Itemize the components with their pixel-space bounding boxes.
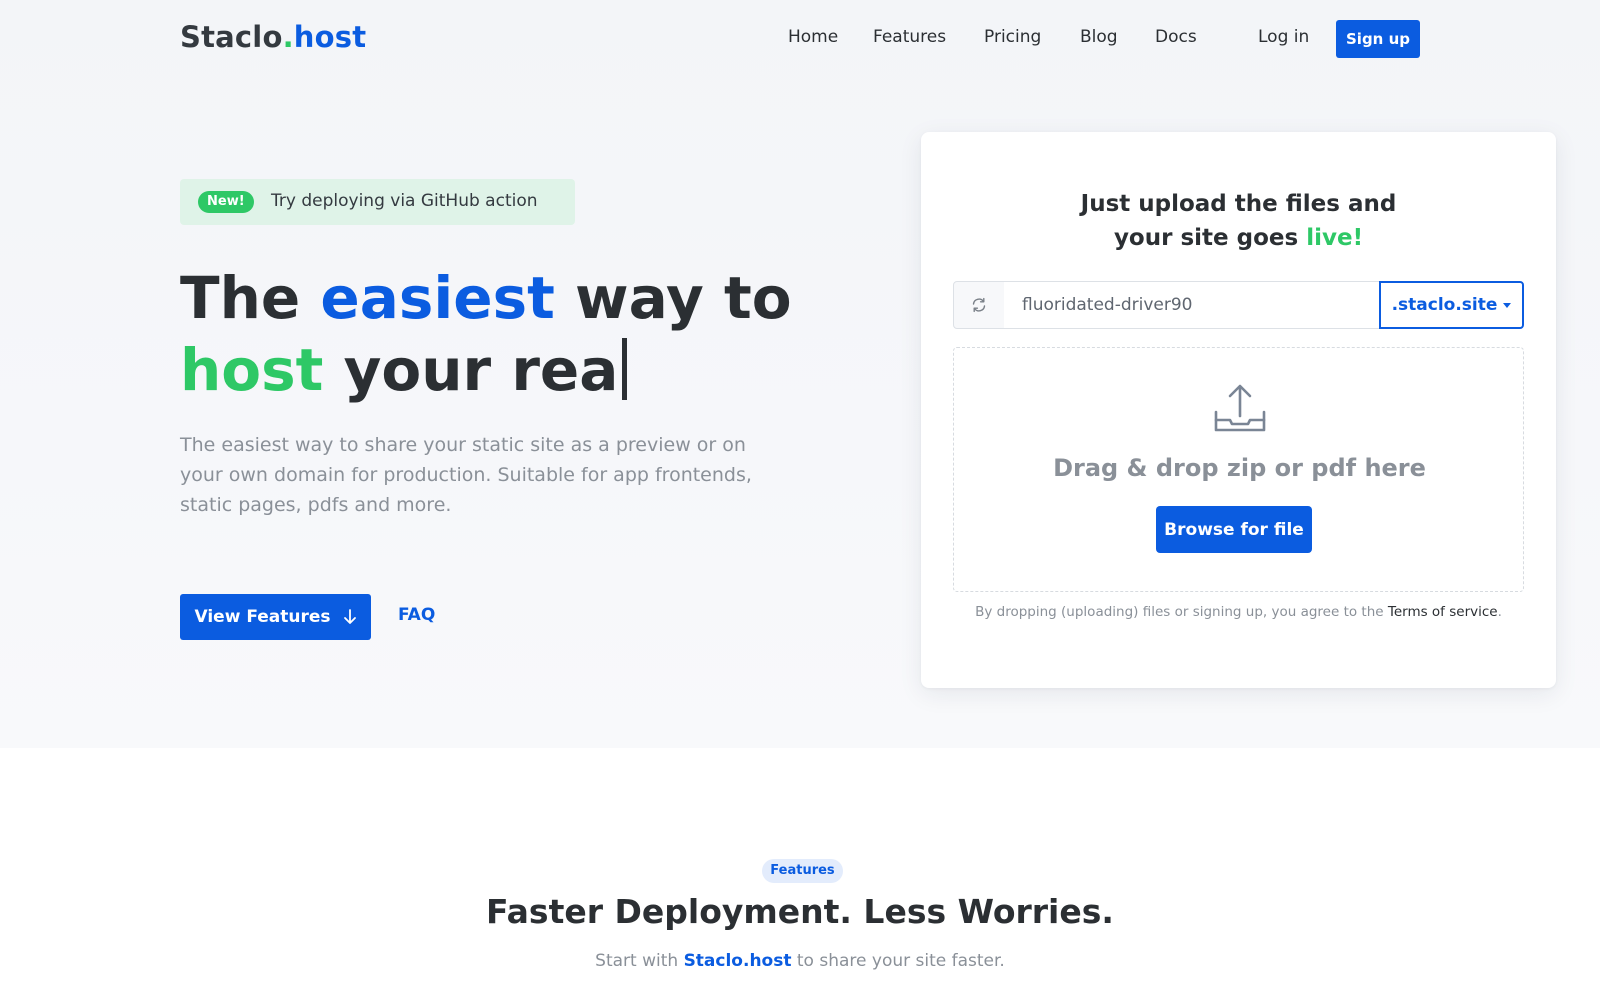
view-features-button[interactable]: View Features	[180, 594, 371, 640]
dropzone-text: Drag & drop zip or pdf here	[1053, 454, 1426, 482]
features-badge: Features	[762, 859, 843, 883]
features-heading: Faster Deployment. Less Worries.	[486, 892, 1114, 931]
file-dropzone[interactable]: Drag & drop zip or pdf here Browse for f…	[953, 347, 1524, 592]
refresh-subdomain-button[interactable]	[953, 281, 1005, 329]
new-badge: New!	[198, 191, 254, 213]
login-link[interactable]: Log in	[1258, 27, 1309, 47]
typing-cursor	[622, 338, 628, 400]
arrow-down-icon	[343, 609, 356, 624]
subdomain-input-group: .staclo.site	[953, 281, 1524, 329]
upload-card: Just upload the files and your site goes…	[921, 132, 1556, 688]
nav-link-blog[interactable]: Blog	[1080, 27, 1118, 47]
terms-of-service-link[interactable]: Terms of service	[1388, 604, 1498, 620]
subdomain-input[interactable]	[1004, 281, 1379, 329]
nav-link-docs[interactable]: Docs	[1155, 27, 1197, 47]
hero-title: The easiest way to host your rea	[180, 264, 792, 404]
nav-link-home[interactable]: Home	[788, 27, 838, 47]
nav-link-features[interactable]: Features	[873, 27, 946, 47]
banner-text: Try deploying via GitHub action	[271, 191, 538, 211]
faq-link[interactable]: FAQ	[398, 605, 435, 625]
navbar: Staclo.host Home Features Pricing Blog D…	[0, 0, 1600, 78]
upload-tray-icon	[1214, 384, 1266, 432]
refresh-icon	[972, 297, 986, 313]
features-subtitle: Start with Staclo.host to share your sit…	[595, 951, 1005, 971]
terms-notice: By dropping (uploading) files or signing…	[975, 604, 1502, 620]
upload-card-title: Just upload the files and your site goes…	[1080, 191, 1397, 251]
signup-button[interactable]: Sign up	[1336, 20, 1420, 58]
domain-select[interactable]: .staclo.site	[1379, 281, 1524, 329]
nav-link-pricing[interactable]: Pricing	[984, 27, 1041, 47]
hero-description: The easiest way to share your static sit…	[180, 434, 752, 516]
caret-down-icon	[1503, 302, 1512, 308]
github-action-banner[interactable]: New! Try deploying via GitHub action	[180, 179, 575, 225]
browse-file-button[interactable]: Browse for file	[1156, 506, 1312, 553]
